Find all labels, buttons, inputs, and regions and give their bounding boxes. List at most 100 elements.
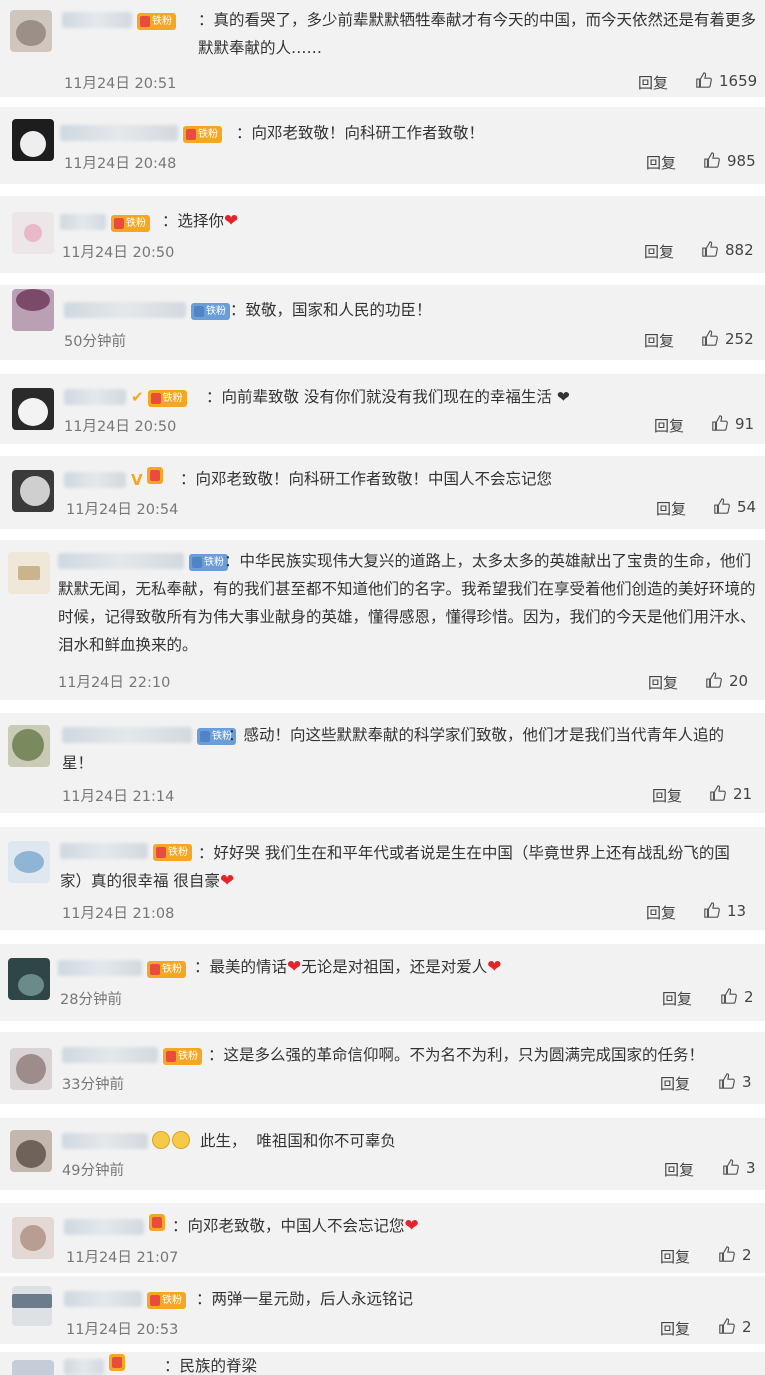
avatar[interactable] <box>12 212 54 254</box>
like-button[interactable]: 2 <box>718 1245 752 1264</box>
thumbs-up-icon <box>719 1073 735 1089</box>
comment-card: ✔ 铁粉 ：向前辈致敬 没有你们就没有我们现在的幸福生活 ❤ 11月24日 20:… <box>0 374 765 444</box>
like-button[interactable]: 882 <box>701 240 754 259</box>
reply-button[interactable]: 回复 <box>646 902 676 923</box>
avatar[interactable] <box>12 388 54 430</box>
fan-badge <box>149 1214 165 1231</box>
reply-button[interactable]: 回复 <box>656 498 686 519</box>
comment-time: 11月24日 20:53 <box>66 1322 179 1338</box>
reply-button[interactable]: 回复 <box>660 1318 690 1339</box>
comment-card: 铁粉 ：两弹一星元勋，后人永远铭记 11月24日 20:53 回复 2 <box>0 1276 765 1344</box>
heart-emoji-icon: ❤ <box>404 1216 419 1236</box>
like-button[interactable]: 1659 <box>695 71 757 90</box>
reply-button[interactable]: 回复 <box>654 415 684 436</box>
fan-badge <box>146 467 163 484</box>
username[interactable] <box>64 472 126 488</box>
username[interactable] <box>64 302 186 318</box>
avatar[interactable] <box>12 119 54 161</box>
comment-card: V ：向邓老致敬！向科研工作者致敬！中国人不会忘记您 11月24日 20:54 … <box>0 456 765 529</box>
avatar[interactable] <box>12 289 54 331</box>
comment-text: ：民族的脊梁 <box>164 1357 258 1375</box>
heart-emoji-icon: ❤ <box>219 871 235 891</box>
thumbs-up-icon <box>719 1318 735 1334</box>
like-count: 2 <box>742 1318 752 1336</box>
comment-card: 铁粉 ：这是多么强的革命信仰啊。不为名不为利，只为圆满完成国家的任务！ 33分钟… <box>0 1032 765 1104</box>
like-count: 21 <box>733 785 753 803</box>
username[interactable] <box>62 1133 148 1149</box>
comment-time: 11月24日 21:07 <box>66 1250 179 1266</box>
reply-button[interactable]: 回复 <box>644 330 674 351</box>
thumbs-up-icon <box>704 902 720 918</box>
comment-time: 11月24日 22:10 <box>58 675 171 691</box>
username[interactable] <box>60 125 178 141</box>
comment-feed: 铁粉 ：真的看哭了，多少前辈默默牺牲奉献才有今天的中国，而今天依然还是有着更多默… <box>0 0 765 1375</box>
comment-text: ：中华民族实现伟大复兴的道路上，太多太多的英雄献出了宝贵的生命，他们默默无闻，无… <box>58 552 756 654</box>
like-button[interactable]: 3 <box>718 1072 752 1091</box>
username[interactable] <box>64 389 126 405</box>
avatar[interactable] <box>12 1217 54 1259</box>
reply-button[interactable]: 回复 <box>646 152 676 173</box>
username[interactable] <box>60 214 106 230</box>
username[interactable] <box>64 1219 144 1235</box>
comment-time: 11月24日 20:48 <box>64 156 177 172</box>
username[interactable] <box>62 12 132 28</box>
crying-emoji-icon <box>172 1131 190 1149</box>
like-count: 1659 <box>719 72 758 90</box>
comment-card: 铁粉 ：好好哭 我们生在和平年代或者说是生在中国（毕竟世界上还有战乱纷飞的国家）… <box>0 827 765 930</box>
like-button[interactable]: 21 <box>709 784 752 803</box>
comment-text: ：真的看哭了，多少前辈默默牺牲奉献才有今天的中国，而今天依然还是有着更多默默奉献… <box>198 11 757 57</box>
avatar[interactable] <box>10 10 52 52</box>
like-button[interactable]: 2 <box>720 987 754 1006</box>
reply-button[interactable]: 回复 <box>644 241 674 262</box>
like-button[interactable]: 2 <box>718 1317 752 1336</box>
username[interactable] <box>62 1047 158 1063</box>
comment-card: 此生， 唯祖国和你不可辜负 49分钟前 回复 3 <box>0 1118 765 1190</box>
avatar[interactable] <box>12 1286 52 1326</box>
like-count: 3 <box>746 1159 756 1177</box>
reply-button[interactable]: 回复 <box>660 1073 690 1094</box>
comment-card: 铁粉 ：最美的情话❤无论是对祖国，还是对爱人❤ 28分钟前 回复 2 <box>0 944 765 1021</box>
comment-text: 此生， 唯祖国和你不可辜负 <box>200 1132 396 1150</box>
comment-time: 11月24日 20:54 <box>66 502 179 518</box>
comment-text: ：选择你❤ <box>162 211 239 231</box>
avatar[interactable] <box>8 552 50 594</box>
thumbs-up-icon <box>702 241 718 257</box>
like-button[interactable]: 20 <box>705 671 748 690</box>
comment-time: 11月24日 21:14 <box>62 789 175 805</box>
like-button[interactable]: 252 <box>701 329 754 348</box>
avatar[interactable] <box>8 958 50 1000</box>
fan-badge: 铁粉 <box>137 13 176 30</box>
thumbs-up-icon <box>712 415 728 431</box>
like-button[interactable]: 3 <box>722 1158 756 1177</box>
avatar[interactable] <box>8 725 50 767</box>
reply-button[interactable]: 回复 <box>660 1246 690 1267</box>
comment-time: 33分钟前 <box>62 1077 124 1093</box>
username[interactable] <box>58 960 142 976</box>
avatar[interactable] <box>12 1360 54 1375</box>
like-button[interactable]: 54 <box>713 497 756 516</box>
like-button[interactable]: 13 <box>703 901 746 920</box>
avatar[interactable] <box>8 841 50 883</box>
reply-button[interactable]: 回复 <box>664 1159 694 1180</box>
comment-time: 28分钟前 <box>60 992 122 1008</box>
username[interactable] <box>64 1291 142 1307</box>
thumbs-up-icon <box>702 330 718 346</box>
heart-emoji-icon: ❤ <box>487 957 502 977</box>
comment-card: 铁粉 ：选择你❤ 11月24日 20:50 回复 882 <box>0 196 765 273</box>
avatar[interactable] <box>10 1130 52 1172</box>
reply-button[interactable]: 回复 <box>638 72 668 93</box>
comment-text: ：向邓老致敬！向科研工作者致敬！中国人不会忘记您 <box>180 470 553 488</box>
comment-card: ：民族的脊梁 <box>0 1352 765 1375</box>
avatar[interactable] <box>10 1048 52 1090</box>
like-button[interactable]: 91 <box>711 414 754 433</box>
reply-button[interactable]: 回复 <box>652 785 682 806</box>
username[interactable] <box>64 1359 104 1375</box>
reply-button[interactable]: 回复 <box>662 988 692 1009</box>
comment-card: 铁粉 ：中华民族实现伟大复兴的道路上，太多太多的英雄献出了宝贵的生命，他们默默无… <box>0 540 765 700</box>
avatar[interactable] <box>12 470 54 512</box>
verified-icon: V <box>131 471 143 489</box>
thumbs-up-icon <box>714 498 730 514</box>
reply-button[interactable]: 回复 <box>648 672 678 693</box>
comment-text: ：向邓老致敬，中国人不会忘记您❤ <box>172 1216 419 1236</box>
like-button[interactable]: 985 <box>703 151 756 170</box>
